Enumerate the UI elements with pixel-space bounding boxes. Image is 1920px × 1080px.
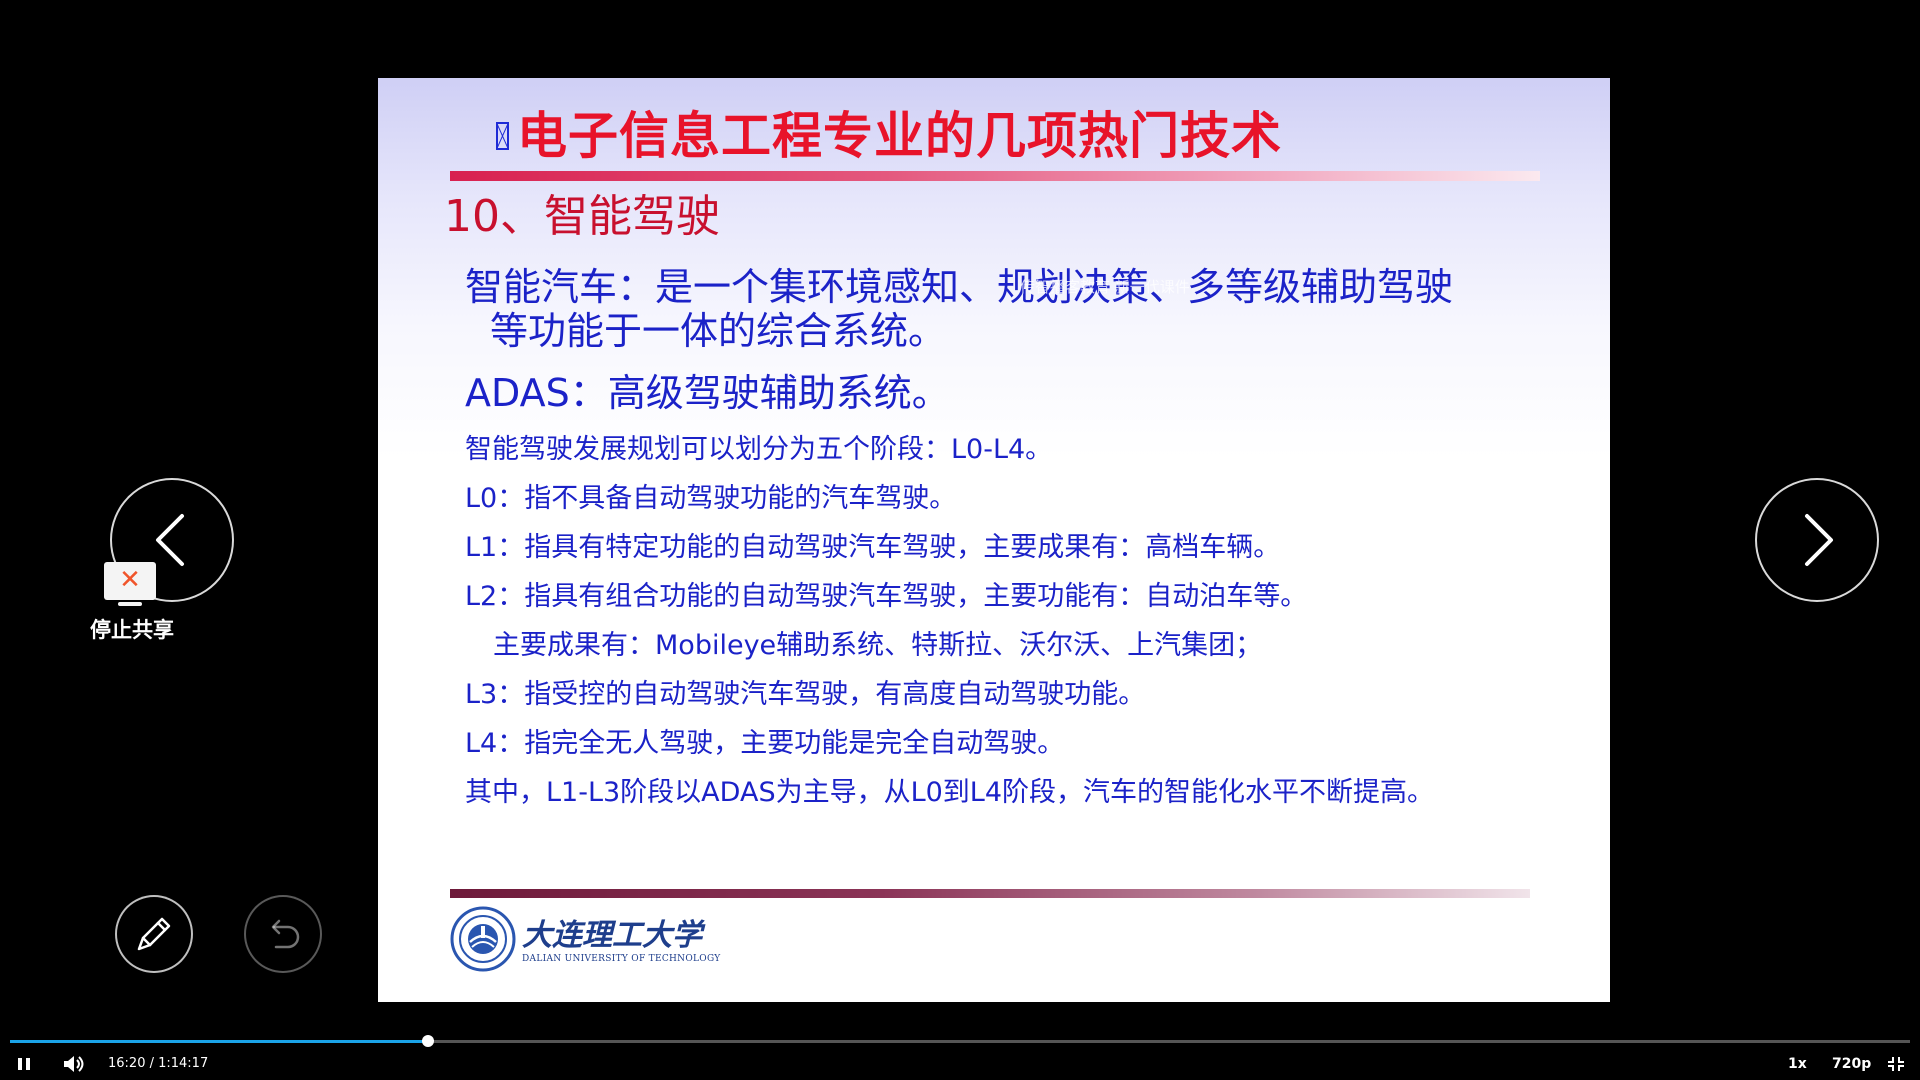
stages-intro: 智能驾驶发展规划可以划分为五个阶段：L0-L4。 bbox=[465, 434, 1053, 465]
video-player: 电子信息工程专业的几项热门技术 10、智能驾驶 智能汽车：是一个集环境感知、规划… bbox=[0, 0, 1920, 1080]
slide-title: 电子信息工程专业的几项热门技术 bbox=[496, 96, 1282, 168]
slide-title-text: 电子信息工程专业的几项热门技术 bbox=[517, 107, 1282, 165]
footer-divider bbox=[450, 889, 1530, 898]
adas-line: ADAS：高级驾驶辅助系统。 bbox=[465, 371, 950, 415]
stage-l4: L4：指完全无人驾驶，主要功能是完全自动驾驶。 bbox=[465, 728, 1065, 759]
stage-l3: L3：指受控的自动驾驶汽车驾驶，有高度自动驾驶功能。 bbox=[465, 679, 1146, 710]
section-heading: 10、智能驾驶 bbox=[444, 191, 720, 242]
definition-line-2: 等功能于一体的综合系统。 bbox=[490, 309, 947, 353]
progress-bar[interactable] bbox=[10, 1035, 1910, 1047]
stage-l2-results: 主要成果有：Mobileye辅助系统、特斯拉、沃尔沃、上汽集团； bbox=[493, 630, 1263, 661]
volume-icon bbox=[64, 1056, 84, 1072]
university-seal-icon bbox=[450, 906, 516, 972]
watermark-text: 传智播客教育 新一代课件 bbox=[1020, 278, 1190, 296]
progress-fill bbox=[10, 1040, 428, 1043]
chevron-right-icon bbox=[1805, 514, 1833, 566]
summary-line: 其中，L1-L3阶段以ADAS为主导，从L0到L4阶段，汽车的智能化水平不断提高… bbox=[465, 777, 1435, 808]
title-marker-icon bbox=[496, 121, 509, 150]
university-name-en: DALIAN UNIVERSITY OF TECHNOLOGY bbox=[522, 954, 721, 964]
close-icon: ✕ bbox=[119, 565, 141, 595]
presentation-slide: 电子信息工程专业的几项热门技术 10、智能驾驶 智能汽车：是一个集环境感知、规划… bbox=[378, 78, 1610, 1002]
player-controls: 16:20 / 1:14:17 1x 720p bbox=[0, 1048, 1920, 1080]
next-slide-button[interactable] bbox=[1755, 478, 1879, 602]
screen-share-icon: ✕ bbox=[104, 562, 156, 600]
progress-thumb[interactable] bbox=[422, 1035, 434, 1047]
undo-icon bbox=[271, 919, 300, 949]
exit-fullscreen-button[interactable] bbox=[1884, 1048, 1908, 1080]
stage-l0: L0：指不具备自动驾驶功能的汽车驾驶。 bbox=[465, 483, 957, 514]
playback-speed-button[interactable]: 1x bbox=[1788, 1048, 1807, 1080]
screen-stand bbox=[118, 602, 142, 606]
undo-button[interactable] bbox=[244, 895, 322, 973]
university-name-zh: 大连理工大学 bbox=[522, 918, 702, 953]
quality-button[interactable]: 720p bbox=[1832, 1048, 1871, 1080]
stop-share-label: 停止共享 bbox=[90, 618, 174, 642]
stage-l1: L1：指具有特定功能的自动驾驶汽车驾驶，主要成果有：高档车辆。 bbox=[465, 532, 1281, 563]
pen-icon bbox=[137, 917, 171, 951]
stop-share-button[interactable]: ✕ 停止共享 bbox=[82, 560, 182, 642]
pen-tool-button[interactable] bbox=[115, 895, 193, 973]
volume-button[interactable] bbox=[58, 1048, 88, 1080]
time-display: 16:20 / 1:14:17 bbox=[108, 1056, 209, 1071]
exit-fullscreen-icon bbox=[1888, 1057, 1904, 1071]
pause-button[interactable] bbox=[12, 1048, 38, 1080]
pause-icon bbox=[18, 1058, 30, 1070]
university-logo: 大连理工大学 DALIAN UNIVERSITY OF TECHNOLOGY bbox=[450, 906, 790, 981]
stage-l2: L2：指具有组合功能的自动驾驶汽车驾驶，主要功能有：自动泊车等。 bbox=[465, 581, 1308, 612]
